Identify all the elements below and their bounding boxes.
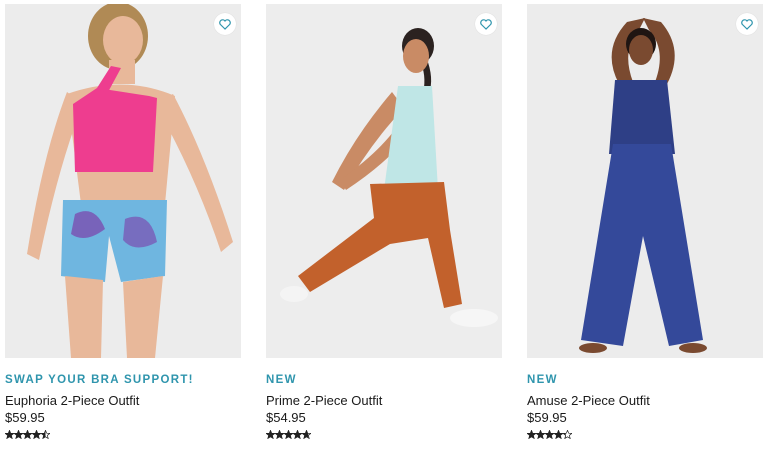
star-rating: [5, 430, 241, 440]
product-badge: SWAP YOUR BRA SUPPORT!: [5, 374, 194, 386]
wishlist-button[interactable]: [736, 13, 758, 35]
heart-outline-icon: [741, 18, 753, 30]
star-icon: [32, 430, 41, 439]
product-card[interactable]: NEW Prime 2-Piece Outfit $54.95: [266, 4, 502, 440]
star-icon: [527, 430, 536, 439]
star-rating: [266, 430, 502, 440]
star-icon: [563, 430, 572, 439]
star-icon: [545, 430, 554, 439]
product-price: $59.95: [5, 410, 45, 425]
model-illustration: [5, 4, 241, 358]
product-price: $59.95: [527, 410, 567, 425]
star-icon: [5, 430, 14, 439]
product-name-link[interactable]: Euphoria 2-Piece Outfit: [5, 392, 241, 409]
star-icon: [293, 430, 302, 439]
wishlist-button[interactable]: [214, 13, 236, 35]
star-icon: [41, 430, 50, 439]
star-icon: [23, 430, 32, 439]
product-card[interactable]: NEW Amuse 2-Piece Outfit $59.95: [527, 4, 763, 440]
product-image[interactable]: [527, 4, 763, 358]
star-icon: [14, 430, 23, 439]
product-image[interactable]: [266, 4, 502, 358]
product-image[interactable]: [5, 4, 241, 358]
star-icon: [275, 430, 284, 439]
star-icon: [266, 430, 275, 439]
star-icon: [536, 430, 545, 439]
product-badge: NEW: [266, 374, 297, 386]
product-badge: NEW: [527, 374, 558, 386]
product-name-link[interactable]: Prime 2-Piece Outfit: [266, 392, 502, 409]
product-card[interactable]: SWAP YOUR BRA SUPPORT! Euphoria 2-Piece …: [5, 4, 241, 440]
model-illustration: [527, 4, 763, 358]
heart-outline-icon: [480, 18, 492, 30]
star-rating: [527, 430, 763, 440]
star-icon: [302, 430, 311, 439]
star-icon: [284, 430, 293, 439]
model-illustration: [266, 4, 502, 358]
product-price: $54.95: [266, 410, 306, 425]
product-name-link[interactable]: Amuse 2-Piece Outfit: [527, 392, 763, 409]
star-icon: [554, 430, 563, 439]
wishlist-button[interactable]: [475, 13, 497, 35]
heart-outline-icon: [219, 18, 231, 30]
